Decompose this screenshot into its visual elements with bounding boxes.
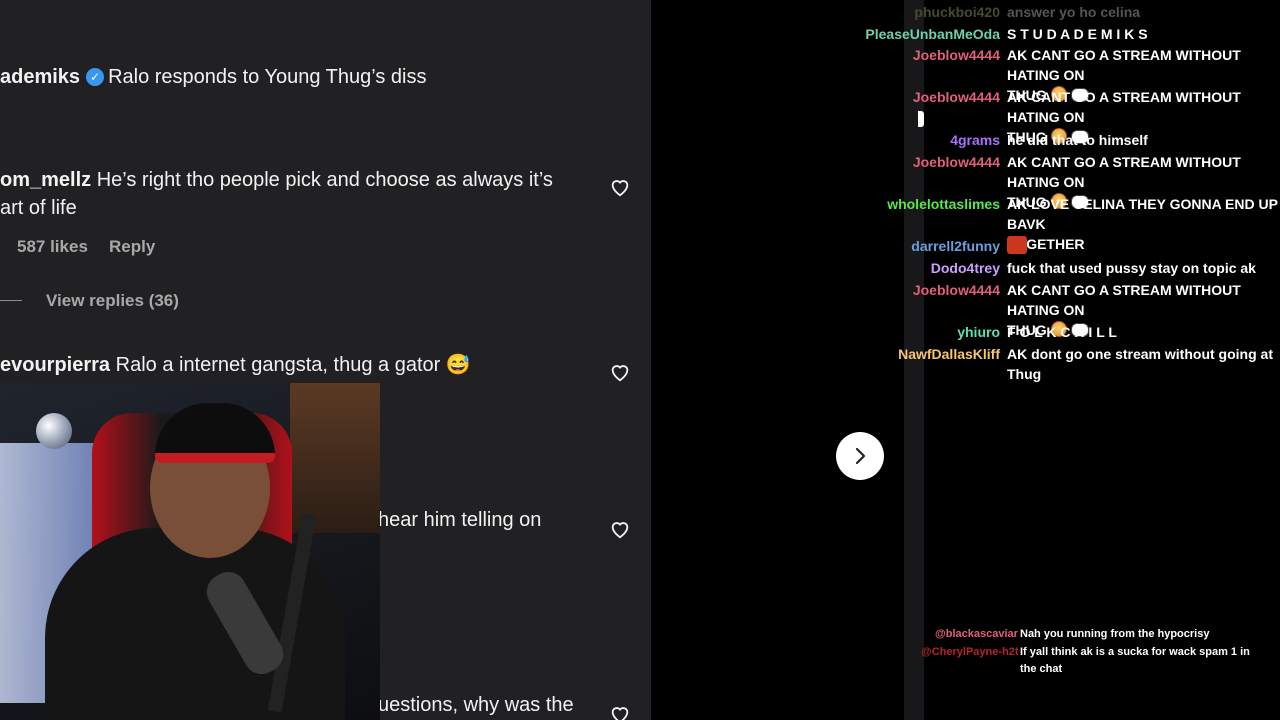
webcam-overlay [0,383,380,720]
webcam-shelf [290,383,380,533]
comment-1-reply-button[interactable]: Reply [109,237,155,257]
chat-text: answer yo ho celina [1007,4,1141,20]
post-caption: Ralo responds to Young Thug’s diss [108,66,427,88]
chevron-right-icon [855,447,866,465]
instagram-comments-panel: ademiks ✓ Ralo responds to Young Thug’s di… [0,0,651,720]
comment-3-text: hear him telling on [378,509,542,531]
chat-username[interactable]: Joeblow4444 [913,45,1000,65]
overlay-chat-username[interactable]: @CherylPayne-h2t [921,644,1019,661]
heart-icon[interactable] [609,361,631,383]
chat-text: F O L K C H I L L [1007,324,1117,340]
heart-icon[interactable] [609,703,631,720]
heart-icon[interactable] [609,518,631,540]
chat-text: AK dont go one stream without going at T… [1007,346,1273,382]
comment-2-text: Ralo a internet gangsta, thug a gator [115,354,441,376]
comment-1-line1: om_mellz He’s right tho people pick and … [0,169,553,192]
streamer-cap [155,403,275,463]
chat-username[interactable]: 4grams [950,130,1000,150]
heart-icon[interactable] [609,176,631,198]
chat-username[interactable]: Dodo4trey [931,258,1000,278]
chat-username[interactable]: PleaseUnbanMeOda [865,24,1000,44]
comment-2-username[interactable]: evourpierra [0,354,110,376]
chat-username[interactable]: NawfDallasKliff [898,344,1000,364]
comment-1-username[interactable]: om_mellz [0,169,91,191]
comment-1-likes[interactable]: 587 likes [17,237,88,257]
chat-text: fuck that used pussy stay on topic ak [1007,260,1256,276]
chat-text [1007,236,1280,257]
chat-username[interactable]: Joeblow4444 [913,87,1000,107]
chat-username[interactable]: darrell2funny [911,236,1000,256]
comment-2: evourpierra Ralo a internet gangsta, thu… [0,352,471,377]
comment-4-text: uestions, why was the [378,694,574,716]
chat-text: he did that to himself [1007,132,1148,148]
reply-divider [0,300,22,301]
devil-emote-icon [1007,236,1027,254]
grinning-sweat-emoji-icon: 😅 [445,354,471,376]
post-header: ademiks ✓ Ralo responds to Young Thug’s di… [0,66,426,89]
overlay-chat-text: Nah you running from the hypocrisy [1020,628,1210,640]
comment-1-line2: art of life [0,197,77,219]
chat-username[interactable]: Joeblow4444 [913,280,1000,300]
chat-text: S T U D A D E M I K S [1007,26,1148,42]
chat-username[interactable]: phuckboi420 [914,2,1000,22]
chat-username[interactable]: yhiuro [957,322,1000,342]
view-replies-button[interactable]: View replies (36) [46,291,179,311]
comment-1-text: He’s right tho people pick and choose as… [96,169,553,191]
chat-username[interactable]: Joeblow4444 [913,152,1000,172]
disco-ball [36,413,72,449]
post-username[interactable]: ademiks [0,66,80,88]
mouse-cursor [918,111,924,127]
next-post-button[interactable] [836,432,884,480]
verified-badge-icon: ✓ [86,68,105,86]
chat-username[interactable]: wholelottaslimes [887,194,1000,214]
overlay-chat-text: If yall think ak is a sucka for wack spa… [1020,646,1250,675]
overlay-chat-username[interactable]: @blackascaviar [935,626,1018,643]
